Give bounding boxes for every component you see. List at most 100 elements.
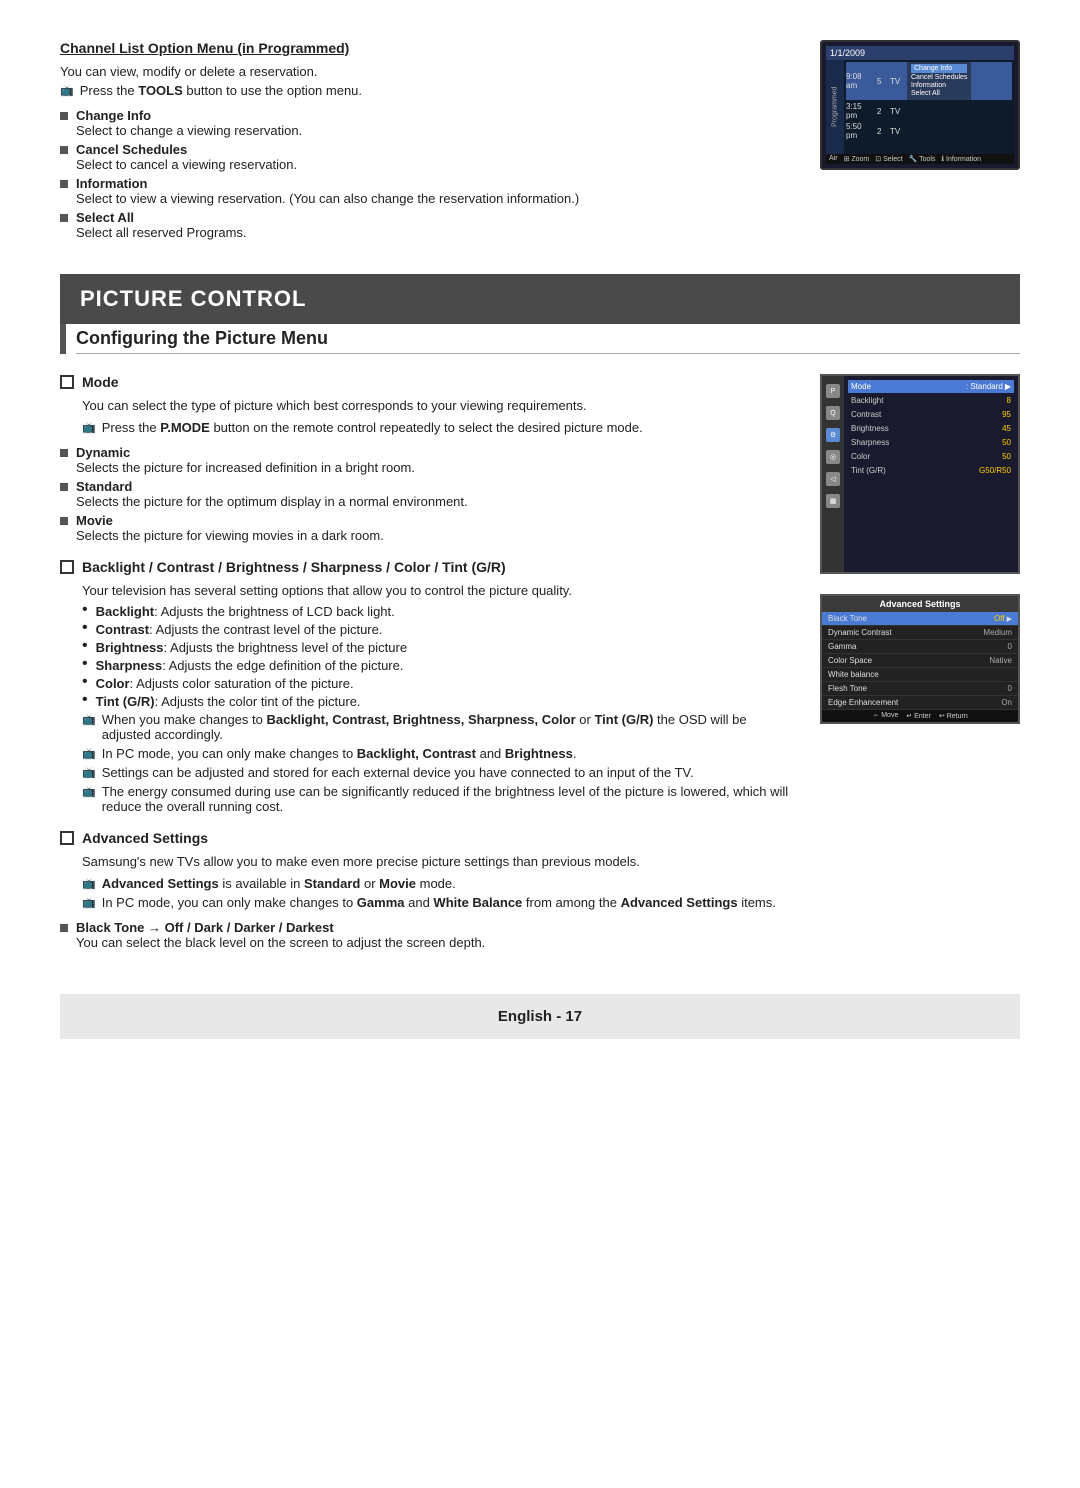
tv-menu-info: Information: [911, 82, 967, 89]
standard-label: Standard: [76, 479, 132, 494]
black-tone-content: Black Tone → Off / Dark / Darker / Darke…: [76, 920, 485, 950]
pic-row-brightness-label: Brightness: [851, 424, 889, 433]
tv-pic-row-backlight: Backlight 8: [848, 394, 1014, 407]
sharpness-text: Sharpness: Adjusts the edge definition o…: [96, 658, 404, 673]
configuring-heading: Configuring the Picture Menu: [60, 324, 1020, 354]
select-all-label: Select All: [76, 210, 134, 225]
tv-sidebar: Programmed: [826, 60, 844, 154]
tv-bar-select: ⊡ Select: [875, 155, 902, 163]
tv-menu-panel: Change Info Cancel Schedules Information…: [907, 62, 971, 100]
mode-note: 📺 Press the P.MODE button on the remote …: [82, 420, 790, 435]
movie-content: Movie Selects the picture for viewing mo…: [76, 513, 384, 543]
tv-pic-row-contrast: Contrast 95: [848, 408, 1014, 421]
tint-item: • Tint (G/R): Adjusts the color tint of …: [82, 694, 790, 709]
tv-pic-row-sharpness: Sharpness 50: [848, 436, 1014, 449]
tv-adv-bottom: ⇔ Move ↵ Enter ↩ Return: [822, 710, 1018, 722]
top-intro1: You can view, modify or delete a reserva…: [60, 64, 790, 79]
advanced-note1: 📺 Advanced Settings is available in Stan…: [82, 876, 790, 891]
standard-item: Standard Selects the picture for the opt…: [60, 479, 790, 509]
change-info-desc: Select to change a viewing reservation.: [76, 123, 302, 138]
color-dot: •: [82, 674, 88, 690]
advanced-section: Advanced Settings Samsung's new TVs allo…: [60, 830, 790, 950]
tv-pic-row-color: Color 50: [848, 450, 1014, 463]
tv-main-ch: 5: [877, 77, 887, 86]
pic-row-bl-value: 8: [1007, 396, 1011, 405]
tv-row2-time: 5:50 pm: [846, 122, 874, 140]
select-all-desc: Select all reserved Programs.: [76, 225, 247, 240]
adv-wb-label: White balance: [828, 670, 879, 679]
adv-bottom-enter: ↵ Enter: [906, 712, 931, 720]
mode-heading: Mode: [82, 374, 119, 390]
tv-pic-icon-2: Q: [826, 406, 840, 420]
backlight-dot: •: [82, 602, 88, 618]
dynamic-label: Dynamic: [76, 445, 130, 460]
backlight-note1-text: When you make changes to Backlight, Cont…: [102, 712, 790, 742]
backlight-heading-row: Backlight / Contrast / Brightness / Shar…: [60, 559, 790, 575]
adv-gamma-value: 0: [1008, 642, 1012, 651]
pic-row-sharpness-value: 50: [1002, 438, 1011, 447]
adv-edge-value: On: [1001, 698, 1012, 707]
tv-adv-row-dcontrast: Dynamic Contrast Medium: [822, 626, 1018, 640]
note-icon-bl4: 📺: [82, 785, 96, 798]
adv-flesh-value: 0: [1008, 684, 1012, 693]
bullet-select-all: Select All Select all reserved Programs.: [60, 210, 790, 240]
adv-black-label: Black Tone: [828, 614, 867, 623]
contrast-text: Contrast: Adjusts the contrast level of …: [96, 622, 383, 637]
bullet-select-all-content: Select All Select all reserved Programs.: [76, 210, 247, 240]
pic-row-tint-value: G50/R50: [979, 466, 1011, 475]
tv-adv-row-edge: Edge Enhancement On: [822, 696, 1018, 710]
pic-row-contrast-label: Contrast: [851, 410, 881, 419]
tv-pic-icon-5: ◁: [826, 472, 840, 486]
top-intro2: Press the TOOLS button to use the option…: [80, 83, 362, 98]
bullet-cancel-content: Cancel Schedules Select to cancel a view…: [76, 142, 297, 172]
pic-row-contrast-value: 95: [1002, 410, 1011, 419]
tv-pic-icon-3: ⚙: [826, 428, 840, 442]
tint-dot: •: [82, 692, 88, 708]
adv-colorspace-value: Native: [989, 656, 1012, 665]
brightness-item: • Brightness: Adjusts the brightness lev…: [82, 640, 790, 655]
cancel-schedules-label: Cancel Schedules: [76, 142, 187, 157]
pic-row-sharpness-label: Sharpness: [851, 438, 889, 447]
color-text: Color: Adjusts color saturation of the p…: [96, 676, 354, 691]
note-icon-1: 📺: [60, 84, 74, 97]
brightness-text: Brightness: Adjusts the brightness level…: [96, 640, 407, 655]
advanced-note2-text: In PC mode, you can only make changes to…: [102, 895, 776, 910]
tv-content: Programmed 9:08 am 5 TV Change Info Canc…: [826, 60, 1014, 154]
note-icon-bl3: 📺: [82, 766, 96, 779]
backlight-note2: 📺 In PC mode, you can only make changes …: [82, 746, 790, 761]
brightness-dot: •: [82, 638, 88, 654]
advanced-desc: Samsung's new TVs allow you to make even…: [82, 852, 790, 872]
tv-row1-ch: 2: [877, 107, 887, 116]
tv-adv-row-flesh: Flesh Tone 0: [822, 682, 1018, 696]
note-icon-bl1: 📺: [82, 713, 96, 726]
cancel-schedules-desc: Select to cancel a viewing reservation.: [76, 157, 297, 172]
bullet-square-3: [60, 180, 68, 188]
top-section: Channel List Option Menu (in Programmed)…: [60, 40, 1020, 244]
tint-text: Tint (G/R): Adjusts the color tint of th…: [96, 694, 361, 709]
note-icon-adv1: 📺: [82, 877, 96, 890]
movie-desc: Selects the picture for viewing movies i…: [76, 528, 384, 543]
backlight-note4: 📺 The energy consumed during use can be …: [82, 784, 790, 814]
note-icon-mode: 📺: [82, 421, 96, 434]
main-content: Mode You can select the type of picture …: [60, 374, 1020, 954]
pic-row-color-label: Color: [851, 452, 870, 461]
backlight-note4-text: The energy consumed during use can be si…: [102, 784, 790, 814]
pic-row-arrow: ▶: [1005, 382, 1011, 391]
backlight-note3-text: Settings can be adjusted and stored for …: [102, 765, 694, 780]
movie-label: Movie: [76, 513, 113, 528]
tv-row1-time: 3:15 pm: [846, 102, 874, 120]
pic-row-color-value: 50: [1002, 452, 1011, 461]
tv-row2-type: TV: [890, 127, 904, 136]
tv-row-1: 3:15 pm 2 TV: [846, 102, 1012, 120]
mode-heading-row: Mode: [60, 374, 790, 390]
tv-bar-zoom: ⊞ Zoom: [844, 155, 870, 163]
change-info-label: Change Info: [76, 108, 151, 123]
pic-row-mode-value: : Standard: [966, 382, 1003, 391]
adv-flesh-label: Flesh Tone: [828, 684, 867, 693]
standard-desc: Selects the picture for the optimum disp…: [76, 494, 468, 509]
tv-header-bar: 1/1/2009: [826, 46, 1014, 60]
bullet-change-info-content: Change Info Select to change a viewing r…: [76, 108, 302, 138]
dynamic-item: Dynamic Selects the picture for increase…: [60, 445, 790, 475]
tv-bar-air: Air: [829, 155, 838, 163]
pic-row-tint-label: Tint (G/R): [851, 466, 886, 475]
